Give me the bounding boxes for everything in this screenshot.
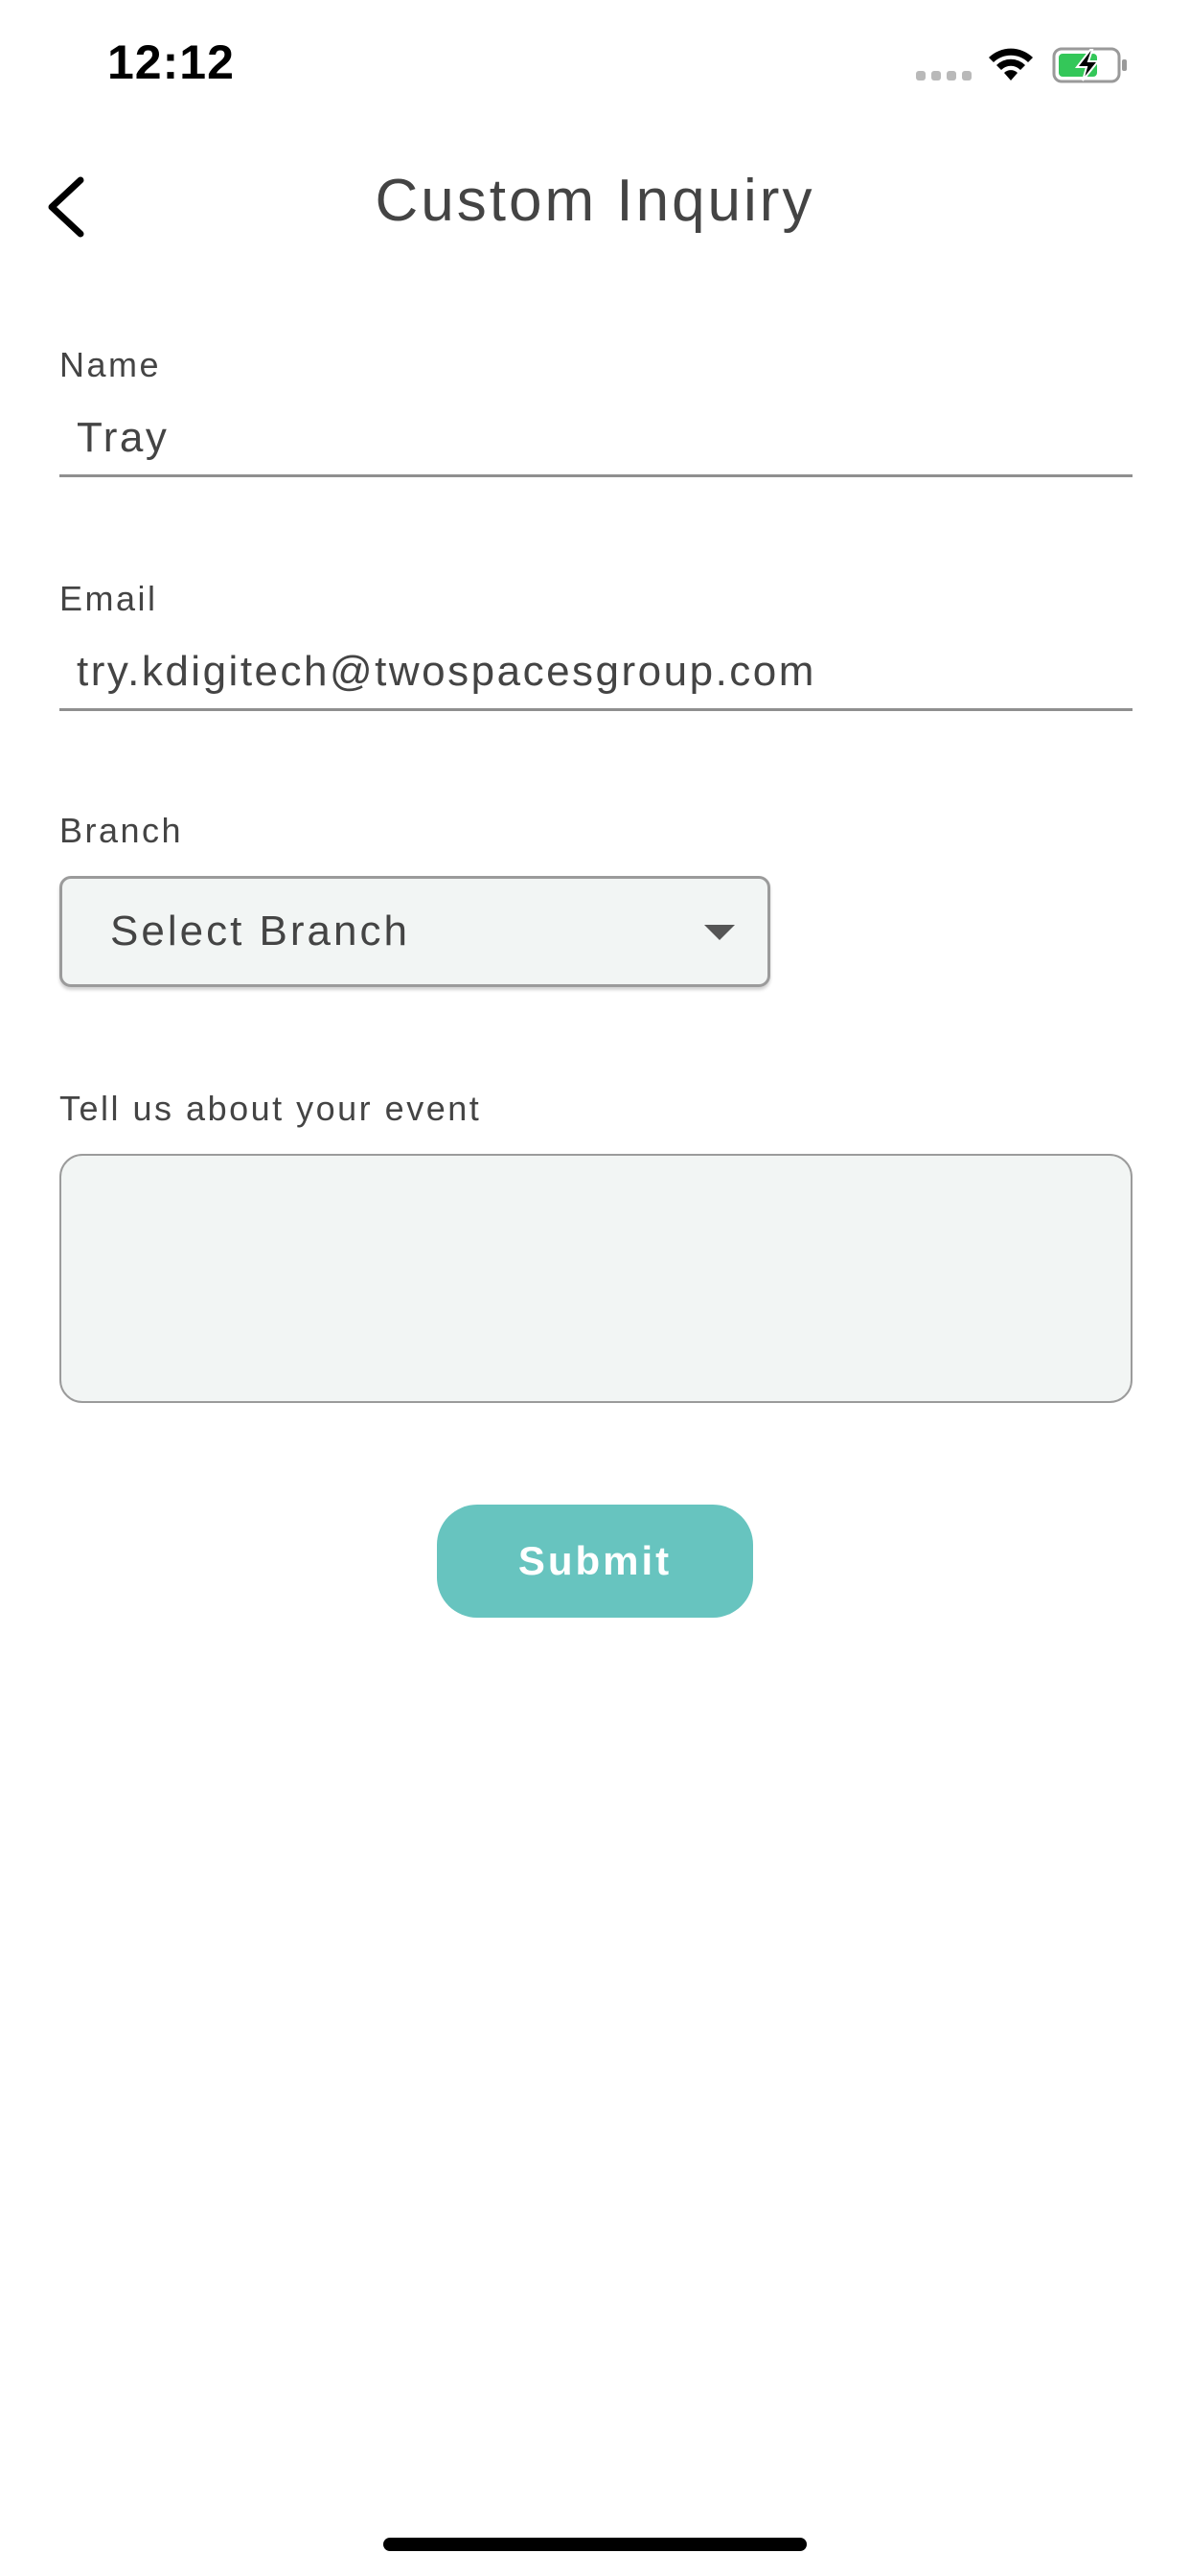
branch-label: Branch xyxy=(59,811,184,850)
status-time: 12:12 xyxy=(107,35,235,89)
cellular-signal-icon xyxy=(916,71,972,80)
email-field[interactable] xyxy=(59,634,1133,711)
email-label: Email xyxy=(59,579,158,618)
battery-charging-icon xyxy=(1052,47,1127,83)
home-indicator[interactable] xyxy=(383,2538,807,2551)
event-description-field[interactable] xyxy=(59,1154,1133,1403)
name-field[interactable] xyxy=(59,401,1133,477)
submit-button[interactable]: Submit xyxy=(437,1505,753,1618)
branch-select-value: Select Branch xyxy=(110,908,410,954)
name-label: Name xyxy=(59,345,162,384)
branch-select[interactable]: Select Branch xyxy=(59,876,770,987)
event-label: Tell us about your event xyxy=(59,1089,482,1128)
wifi-icon xyxy=(989,48,1033,80)
chevron-down-icon xyxy=(704,925,735,940)
page-title: Custom Inquiry xyxy=(375,168,815,234)
